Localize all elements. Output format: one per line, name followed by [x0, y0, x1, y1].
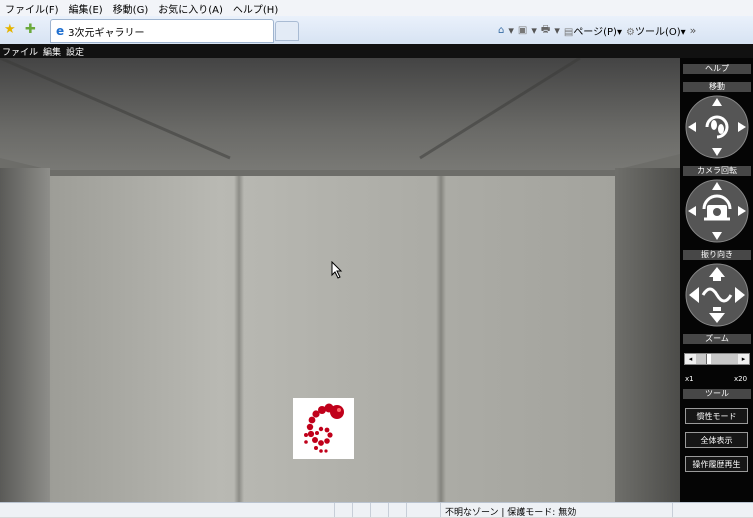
ceiling-edges [0, 58, 680, 188]
command-bar: ⌂ ▾ ▣ ▾ 🖶 ▾ ▤ページ(P)▾ ⚙ツール(O)▾ » [498, 22, 697, 39]
status-zone-text: 不明なゾーン | 保護モード: 無効 [445, 508, 577, 518]
artwork-logo[interactable] [293, 398, 354, 459]
mouse-cursor-icon [331, 261, 343, 279]
ie-page-icon: e [56, 24, 65, 38]
new-tab-button[interactable] [275, 21, 299, 41]
left-wall [0, 168, 50, 502]
status-divider [440, 503, 441, 517]
orientation-header: 振り向き [683, 250, 751, 260]
zoom-min-label: x1 [685, 375, 694, 383]
orientation-pad-icon[interactable] [685, 263, 749, 327]
status-divider [352, 503, 353, 517]
page-icon: ▤ [563, 26, 574, 38]
feeds-icon[interactable]: ▣ [518, 25, 527, 36]
add-favorites-icon[interactable]: ✚ [25, 22, 36, 37]
inertia-mode-button[interactable]: 慣性モード [685, 408, 748, 424]
tools-header: ツール [683, 389, 751, 399]
tools-menu[interactable]: ⚙ツール(O)▾ [626, 23, 686, 38]
right-wall [615, 168, 680, 502]
show-all-button[interactable]: 全体表示 [685, 432, 748, 448]
app-menu-settings[interactable]: 設定 [64, 45, 87, 58]
app-menu-edit[interactable]: 編集 [41, 45, 64, 58]
app-menu-file[interactable]: ファイル [0, 45, 41, 58]
app-menu-bar: ファイル 編集 設定 [0, 44, 753, 58]
wall-seam [436, 176, 446, 502]
status-bar: 不明なゾーン | 保護モード: 無効 [0, 502, 753, 518]
zoom-slider-thumb[interactable] [706, 354, 711, 364]
home-icon[interactable]: ⌂ [498, 25, 504, 36]
tab-title: 3次元ギャラリー [68, 27, 145, 39]
zoom-header: ズーム [683, 334, 751, 344]
page-menu[interactable]: ▤ページ(P)▾ [564, 23, 622, 38]
move-pad-icon[interactable] [685, 95, 749, 159]
page-label: ページ(P) [573, 26, 617, 38]
favorites-star-icon[interactable]: ★ [4, 22, 16, 37]
status-divider [334, 503, 335, 517]
menu-file[interactable]: ファイル(F) [0, 1, 64, 16]
browser-menu-bar: ファイル(F) 編集(E) 移動(G) お気に入り(A) ヘルプ(H) [0, 0, 753, 17]
tools-label: ツール(O) [634, 26, 681, 38]
zoom-slider[interactable]: ◂ ▸ [684, 353, 750, 365]
status-divider [370, 503, 371, 517]
camera-rotate-header: カメラ回転 [683, 166, 751, 176]
menu-edit[interactable]: 編集(E) [64, 1, 108, 16]
tab-3d-gallery[interactable]: e 3次元ギャラリー [50, 19, 274, 43]
menu-go[interactable]: 移動(G) [108, 1, 154, 16]
zoom-right-arrow-icon[interactable]: ▸ [738, 354, 749, 364]
menu-help[interactable]: ヘルプ(H) [228, 1, 283, 16]
camera-rotate-pad-icon[interactable] [685, 179, 749, 243]
replay-history-button[interactable]: 操作履歴再生 [685, 456, 748, 472]
status-divider [672, 503, 673, 517]
status-divider [388, 503, 389, 517]
wall-seam [234, 176, 244, 502]
help-header[interactable]: ヘルプ [683, 64, 751, 74]
print-icon[interactable]: 🖶 [541, 22, 550, 39]
menu-favorites[interactable]: お気に入り(A) [153, 1, 228, 16]
zoom-max-label: x20 [734, 375, 748, 383]
move-header: 移動 [683, 82, 751, 92]
gallery-3d-viewport[interactable] [0, 58, 680, 502]
gear-icon: ⚙ [625, 26, 635, 38]
overflow-chevron-icon[interactable]: » [690, 24, 697, 37]
red-spiral-logo-icon [304, 403, 344, 453]
status-divider [406, 503, 407, 517]
zoom-left-arrow-icon[interactable]: ◂ [685, 354, 696, 364]
